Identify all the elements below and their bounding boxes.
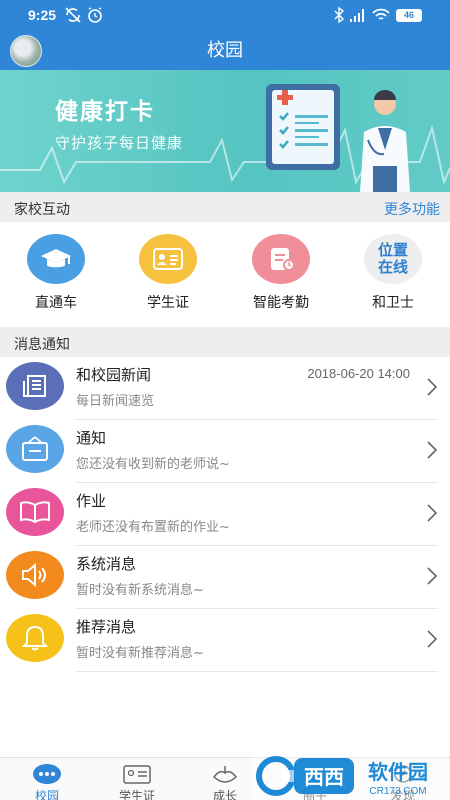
message-title: 系统消息 xyxy=(76,555,137,573)
banner-subtitle: 守护孩子每日健康 xyxy=(55,134,184,152)
bell-icon xyxy=(6,614,64,662)
chat-bubble-icon xyxy=(33,764,61,784)
battery-indicator: 46 xyxy=(396,9,422,22)
book-icon xyxy=(6,488,64,536)
speaker-icon xyxy=(6,551,64,599)
banner-pager xyxy=(400,182,445,192)
message-title: 通知 xyxy=(76,429,107,447)
icon-text: 位置 xyxy=(377,241,408,259)
hand-heart-icon xyxy=(212,766,238,783)
banner-illustration xyxy=(0,84,450,192)
banner-title: 健康打卡 xyxy=(55,99,155,125)
message-title: 和校园新闻 xyxy=(76,366,152,384)
message-item-homework[interactable]: 作业 老师还没有布置新的作业~ xyxy=(0,483,450,546)
chevron-right-icon xyxy=(427,630,438,648)
status-bar: 9:25 46 xyxy=(0,0,450,30)
quick-item-attendance[interactable]: 智能考勤 xyxy=(236,234,326,312)
tab-campus[interactable]: 校园 xyxy=(2,761,92,800)
chevron-right-icon xyxy=(427,567,438,585)
divider xyxy=(76,671,438,672)
icon-text: 在线 xyxy=(377,258,408,276)
id-card-icon xyxy=(139,234,197,284)
quick-item-student-card[interactable]: 学生证 xyxy=(123,234,213,312)
quick-item-label: 直通车 xyxy=(35,295,77,311)
notice-board-icon xyxy=(6,425,64,473)
chevron-right-icon xyxy=(427,504,438,522)
tab-label: 校园 xyxy=(34,789,59,800)
section-header-interaction: 家校互动 更多功能 xyxy=(0,192,450,222)
message-subtitle: 暂时没有新系统消息~ xyxy=(76,583,204,598)
section-header-messages: 消息通知 xyxy=(0,327,450,357)
message-subtitle: 老师还没有布置新的作业~ xyxy=(76,520,230,535)
location-online-icon: 位置 在线 xyxy=(364,234,422,284)
chevron-right-icon xyxy=(427,441,438,459)
banner-health-checkin[interactable]: 健康打卡 守护孩子每日健康 xyxy=(0,70,450,192)
section-label: 消息通知 xyxy=(14,337,70,353)
message-item-system[interactable]: 系统消息 暂时没有新系统消息~ xyxy=(0,546,450,609)
id-card-icon xyxy=(123,765,151,784)
alarm-icon xyxy=(88,7,102,23)
status-time: 9:25 xyxy=(28,7,57,23)
svg-text:软件园: 软件园 xyxy=(368,760,428,784)
quick-functions: 直通车 学生证 智能考勤 位置 在线 和卫士 xyxy=(0,222,450,332)
app-header: 9:25 46 校园 xyxy=(0,0,450,70)
watermark-logo: 西西 软件园 CR173.COM xyxy=(252,752,448,800)
news-icon xyxy=(6,362,64,410)
page-title: 校园 xyxy=(207,40,243,61)
sync-off-icon xyxy=(65,7,81,23)
section-label: 家校互动 xyxy=(14,202,70,218)
quick-item-through-train[interactable]: 直通车 xyxy=(11,234,101,312)
message-subtitle: 暂时没有新推荐消息~ xyxy=(76,646,204,661)
tab-student-card[interactable]: 学生证 xyxy=(92,761,182,800)
message-date: 2018-06-20 14:00 xyxy=(307,366,410,381)
signal-icon xyxy=(350,9,364,22)
chevron-right-icon xyxy=(427,378,438,396)
attendance-icon xyxy=(252,234,310,284)
message-subtitle: 您还没有收到新的老师说~ xyxy=(76,457,230,472)
wifi-icon xyxy=(372,8,390,20)
message-title: 作业 xyxy=(76,492,107,510)
tab-label: 学生证 xyxy=(118,789,155,800)
quick-item-label: 学生证 xyxy=(147,295,189,311)
message-subtitle: 每日新闻速览 xyxy=(76,394,155,409)
quick-item-guard[interactable]: 位置 在线 和卫士 xyxy=(348,234,438,312)
message-item-news[interactable]: 和校园新闻 每日新闻速览 2018-06-20 14:00 xyxy=(0,357,450,420)
svg-text:CR173.COM: CR173.COM xyxy=(369,786,426,797)
message-item-recommend[interactable]: 推荐消息 暂时没有新推荐消息~ xyxy=(0,609,450,672)
graduation-cap-icon xyxy=(27,234,85,284)
svg-text:西西: 西西 xyxy=(304,765,344,789)
more-functions-link[interactable]: 更多功能 xyxy=(384,199,440,219)
message-item-notice[interactable]: 通知 您还没有收到新的老师说~ xyxy=(0,420,450,483)
quick-item-label: 和卫士 xyxy=(372,295,414,311)
bluetooth-icon xyxy=(334,6,345,24)
quick-item-label: 智能考勤 xyxy=(253,295,309,311)
message-title: 推荐消息 xyxy=(76,618,137,636)
